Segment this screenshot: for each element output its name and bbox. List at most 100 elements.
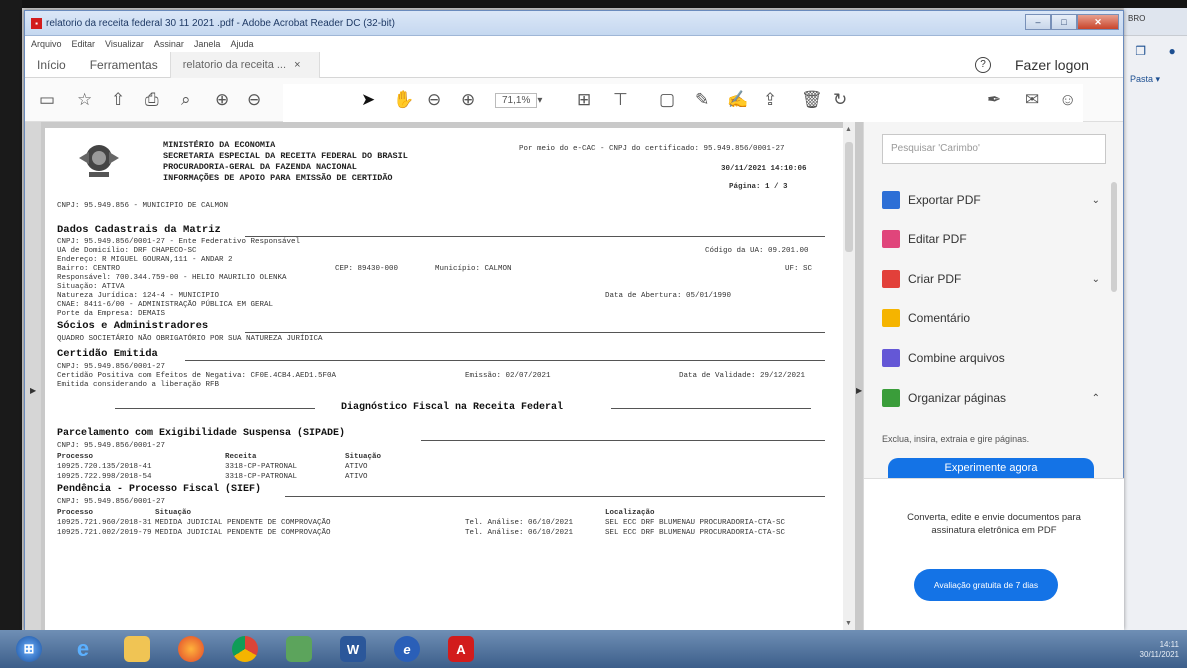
highlight-pen-icon[interactable]: ✎ (695, 89, 709, 111)
fit-page-icon[interactable]: ⊞ (577, 89, 591, 111)
start-button[interactable]: ⊞ (4, 632, 54, 666)
word-icon: W (340, 636, 366, 662)
pend-cell: SEL ECC DRF BLUMENAU PROCURADORIA-CTA-SC (605, 519, 786, 527)
tab-document[interactable]: relatorio da receita ... × (169, 51, 320, 78)
fill-sign-icon[interactable]: ✒ (987, 89, 1001, 111)
parcel-col-processo: Processo (57, 453, 94, 461)
zoom-value: 71,1% (495, 92, 538, 108)
collapse-pane-icon[interactable]: ▶ (856, 386, 862, 395)
tool-combine-arquivos[interactable]: Combine arquivos (882, 343, 1106, 373)
login-button[interactable]: Fazer logon (1015, 57, 1089, 73)
tool-label: Criar PDF (908, 272, 962, 286)
pend-cell: 10925.721.002/2019-79 (57, 529, 152, 537)
tool-comentario[interactable]: Comentário (882, 303, 1106, 333)
tools-pane-scrollbar[interactable] (1111, 182, 1117, 292)
window-icon[interactable]: ❐ (1135, 44, 1146, 58)
print-icon[interactable]: ⎙ (145, 89, 159, 111)
background-app: BRO ❐ ● Pasta ▾ (1123, 8, 1187, 630)
background-app-search[interactable]: BRO (1124, 8, 1187, 36)
tray-date: 30/11/2021 (1139, 650, 1179, 659)
background-app-menu[interactable]: Pasta ▾ (1124, 66, 1187, 93)
chevron-down-icon[interactable]: ⌄ (1092, 195, 1100, 206)
matriz-uf: UF: SC (785, 265, 813, 273)
menu-item-janela[interactable]: Janela (194, 39, 221, 49)
minimize-button[interactable]: – (1025, 14, 1051, 30)
email-icon[interactable]: ✉ (1025, 89, 1039, 111)
zoom-in-icon[interactable]: ⊕ (461, 89, 475, 111)
windows-start-icon: ⊞ (16, 636, 42, 662)
free-trial-button[interactable]: Avaliação gratuita de 7 dias (914, 569, 1058, 601)
pend-col-situacao: Situação (155, 509, 192, 517)
tab-home[interactable]: Início (25, 52, 78, 78)
system-tray-clock[interactable]: 14:11 30/11/2021 (1140, 640, 1179, 660)
scroll-down-icon[interactable]: ▼ (845, 620, 852, 627)
tool-organizar-paginas[interactable]: Organizar páginas ⌃ (882, 383, 1106, 413)
select-cursor-icon[interactable]: ➤ (361, 89, 375, 111)
maximize-button[interactable]: □ (1051, 14, 1077, 30)
section-rule (611, 408, 811, 409)
chevron-up-icon[interactable]: ⌃ (1092, 393, 1100, 404)
menu-item-visualizar[interactable]: Visualizar (105, 39, 144, 49)
hand-tool-icon[interactable]: ✋ (393, 89, 414, 111)
taskbar-ie[interactable]: e (58, 632, 108, 666)
share-icon[interactable]: ⇪ (763, 89, 777, 111)
sign-icon[interactable]: ✍ (727, 89, 748, 111)
taskbar-explorer[interactable] (112, 632, 162, 666)
document-scrollbar[interactable]: ▲ ▼ (843, 122, 855, 631)
create-pdf-icon[interactable]: ▭ (39, 89, 55, 111)
chevron-down-icon[interactable]: ⌄ (1092, 274, 1100, 285)
parcel-cell: 10925.722.998/2018-54 (57, 473, 152, 481)
close-button[interactable]: ✕ (1077, 14, 1119, 30)
page-up-icon[interactable]: ⊕ (215, 89, 229, 111)
scroll-mode-icon[interactable]: ⊤ (613, 89, 628, 111)
info-icon[interactable]: ● (1168, 44, 1175, 58)
taskbar-acrobat[interactable]: A (436, 632, 486, 666)
page-down-icon[interactable]: ⊖ (247, 89, 261, 111)
bookmark-star-icon[interactable]: ☆ (77, 89, 92, 111)
taskbar-chrome[interactable] (220, 632, 270, 666)
comment-icon[interactable]: ▢ (659, 89, 675, 111)
section-matriz: Dados Cadastrais da Matriz (57, 224, 221, 236)
matriz-line: CNPJ: 95.949.856/0001-27 - Ente Federati… (57, 238, 301, 246)
menu-item-editar[interactable]: Editar (72, 39, 96, 49)
pdf-page[interactable]: MINISTÉRIO DA ECONOMIA SECRETARIA ESPECI… (45, 128, 845, 631)
tool-exportar-pdf[interactable]: Exportar PDF ⌄ (882, 185, 1106, 215)
zoom-level[interactable]: 71,1% ▾ (495, 89, 542, 111)
tab-close-icon[interactable]: × (294, 59, 300, 71)
title-bar[interactable]: ▪ relatorio da receita federal 30 11 202… (25, 11, 1123, 36)
menu-item-assinar[interactable]: Assinar (154, 39, 184, 49)
matriz-line: CNAE: 8411-6/00 - ADMINISTRAÇÃO PÚBLICA … (57, 301, 274, 309)
tools-search-input[interactable]: Pesquisar 'Carimbo' (882, 134, 1106, 164)
matriz-municipio: Município: CALMON (435, 265, 512, 273)
pend-cell: MEDIDA JUDICIAL PENDENTE DE COMPROVAÇÃO (155, 519, 331, 527)
expand-left-pane-icon[interactable]: ▶ (30, 386, 36, 395)
taskbar-word[interactable]: W (328, 632, 378, 666)
menu-item-ajuda[interactable]: Ajuda (230, 39, 253, 49)
help-icon[interactable]: ? (975, 57, 991, 73)
zoom-out-icon[interactable]: ⊖ (427, 89, 441, 111)
certidao-line: Emitida considerando a liberação RFB (57, 381, 220, 389)
tab-tools[interactable]: Ferramentas (78, 52, 170, 78)
scroll-up-icon[interactable]: ▲ (845, 126, 852, 133)
try-now-button[interactable]: Experimente agora (888, 458, 1094, 478)
menu-item-arquivo[interactable]: Arquivo (31, 39, 62, 49)
taskbar-app-e[interactable]: e (382, 632, 432, 666)
taskbar-network[interactable] (274, 632, 324, 666)
rotate-icon[interactable]: ↻ (833, 89, 847, 111)
account-icon[interactable]: ☺ (1059, 89, 1076, 111)
tool-editar-pdf[interactable]: Editar PDF (882, 224, 1106, 254)
tool-criar-pdf[interactable]: Criar PDF ⌄ (882, 264, 1106, 294)
promo-panel: Converta, edite e envie documentos para … (864, 478, 1124, 631)
taskbar-firefox[interactable] (166, 632, 216, 666)
scrollbar-thumb[interactable] (845, 142, 853, 252)
pend-cell: Tel. Análise: 06/10/2021 (465, 529, 574, 537)
network-app-icon (286, 636, 312, 662)
section-rule (421, 440, 825, 441)
socios-line: QUADRO SOCIETÁRIO NÃO OBRIGATÓRIO POR SU… (57, 335, 323, 343)
search-icon[interactable]: ⌕ (181, 89, 191, 111)
delete-icon[interactable]: 🗑 (801, 89, 823, 111)
edit-pdf-icon (882, 230, 900, 248)
parcel-cell: 10925.720.135/2018-41 (57, 463, 152, 471)
upload-icon[interactable]: ⇧ (111, 89, 125, 111)
parcel-cell: ATIVO (345, 463, 368, 471)
